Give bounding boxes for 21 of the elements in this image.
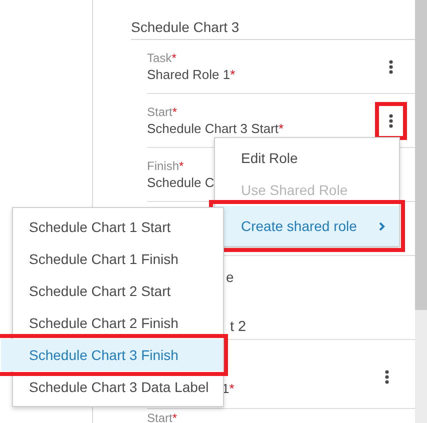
menu-item[interactable]: Schedule Chart 1 Finish [13,243,223,275]
vertical-dots-icon [385,370,389,384]
field-value: Schedule Chart 3 Start* [147,121,284,136]
field-label: Finish* [147,159,184,173]
field-value: Schedule C [147,175,214,190]
field-value: e [226,269,234,285]
menu-item[interactable]: Schedule Chart 3 Finish [1,339,223,371]
section-title: Schedule Chart 3 [131,19,240,35]
menu-item[interactable]: Schedule Chart 2 Start [13,275,223,307]
section-title: t 2 [230,319,246,335]
menu-item[interactable]: Edit Role [215,142,399,174]
field-label: Task* [147,51,176,65]
field-label: Start* [147,411,178,423]
menu-item[interactable]: Schedule Chart 3 Data Label [13,371,223,403]
menu-item[interactable]: Create shared role [215,206,399,246]
vertical-dots-icon [389,60,393,74]
vertical-dots-icon [389,114,393,128]
menu-item[interactable]: Schedule Chart 2 Finish [13,307,223,339]
scrollbar[interactable] [415,0,427,423]
field-label: Start* [147,105,178,119]
field-value: Shared Role 1* [147,67,236,82]
